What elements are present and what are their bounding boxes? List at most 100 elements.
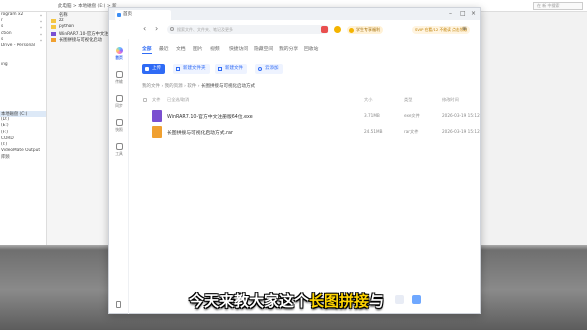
- search-input[interactable]: 搜索文件、文件夹、笔记及更多: [167, 25, 329, 34]
- nav-home-label: 首页: [115, 55, 123, 60]
- svip-promo-label: SVIP 在看/12 不能读 点击领取: [415, 27, 468, 32]
- tab-title: 首页: [123, 12, 132, 17]
- forward-icon[interactable]: ›: [155, 25, 158, 33]
- maximize-icon[interactable]: □: [460, 10, 466, 17]
- file-type: exe文件: [404, 113, 420, 118]
- explorer-file-list: 名称 zz python WinRAR7.10-官方中文注 长图拼接与可视化启动: [49, 12, 109, 245]
- breadcrumb-item[interactable]: 我的资源: [165, 84, 183, 89]
- file-size: 3.71MB: [364, 113, 380, 118]
- upload-icon: [145, 67, 149, 71]
- search-icon: [170, 27, 174, 31]
- video-subtitle: 今天来教大家这个长图拼接与: [189, 290, 384, 311]
- nav-sync-label: 同步: [115, 103, 123, 108]
- tab-images[interactable]: 图片: [193, 45, 203, 52]
- nav-sync[interactable]: 同步: [109, 95, 129, 109]
- window-titlebar: 首页 – □ ×: [109, 8, 480, 20]
- student-benefit-button[interactable]: 学生专享福利: [347, 26, 383, 34]
- tab-home[interactable]: 首页: [115, 10, 171, 20]
- upload-label: 上传: [152, 66, 161, 71]
- pin-icon[interactable]: *: [40, 26, 42, 32]
- file-modified: 2026-03-19 15:12: [442, 129, 480, 134]
- file-plus-icon: [218, 67, 222, 71]
- explorer-item-label: python: [59, 24, 75, 30]
- device-icon[interactable]: [116, 301, 121, 308]
- top-toolbar: ‹ › 搜索文件、文件夹、笔记及更多 学生专享福利 SVIP 在看/12 不能读…: [109, 20, 480, 39]
- explorer-pin-icons: * * * * *: [40, 14, 42, 45]
- search-placeholder: 搜索文件、文件夹、笔记及更多: [177, 27, 233, 32]
- file-type: rar文件: [404, 129, 419, 134]
- new-file-button[interactable]: 新建文件: [215, 64, 247, 74]
- menu-icon[interactable]: ≡: [462, 26, 467, 32]
- snapshot-icon: [115, 119, 123, 126]
- file-icon: [51, 13, 56, 17]
- explorer-sidebar-item[interactable]: [0, 235, 46, 241]
- breadcrumb: 我的文件 › 我的资源 › 软件 › 长图拼接与可视化启动方式: [142, 84, 256, 89]
- file-icon: [51, 31, 56, 36]
- pin-icon[interactable]: *: [40, 33, 42, 39]
- app-logo-icon: [117, 13, 121, 17]
- col-size-header[interactable]: 大小: [364, 97, 372, 103]
- explorer-search-input[interactable]: 在 新 中搜索: [533, 2, 583, 10]
- new-file-label: 新建文件: [225, 66, 243, 71]
- medal-icon: [349, 27, 354, 33]
- col-select-header[interactable]: 已全选/取消: [167, 97, 189, 103]
- nav-tools[interactable]: 工具: [109, 143, 129, 157]
- col-file-header[interactable]: 文件: [152, 97, 160, 103]
- pin-icon[interactable]: *: [40, 39, 42, 45]
- breadcrumb-current: 长图拼接与可视化启动方式: [201, 84, 256, 89]
- col-type-header[interactable]: 类型: [404, 97, 412, 103]
- cloud-icon: [258, 67, 262, 71]
- subtitle-prefix: 今天来教大家这个: [189, 292, 310, 310]
- explorer-item-label: zz: [59, 18, 64, 24]
- subtitle-suffix: 与: [369, 292, 385, 310]
- breadcrumb-item[interactable]: 我的文件: [142, 84, 160, 89]
- upload-button[interactable]: 上传: [142, 64, 165, 74]
- cloud-add-button[interactable]: 云添加: [255, 64, 283, 74]
- avatar[interactable]: [334, 26, 341, 33]
- notification-icon[interactable]: [321, 26, 328, 33]
- file-name[interactable]: 长图拼接与可视化启动方式.rar: [167, 129, 233, 136]
- cloud-add-label: 云添加: [265, 66, 279, 71]
- new-folder-button[interactable]: 新建文件夹: [173, 64, 210, 74]
- explorer-sidebar: rogram x2 r s ction s Drive - Personal ing 本地磁盘…: [0, 12, 47, 245]
- student-badge-label: 学生专享福利: [356, 27, 380, 32]
- home-icon: [115, 47, 123, 54]
- file-icon: [51, 19, 56, 24]
- tab-recycle-bin[interactable]: 回收站: [304, 45, 318, 52]
- tab-recent[interactable]: 最近: [159, 45, 169, 52]
- tab-hidden-space[interactable]: 隐藏空间: [254, 45, 273, 52]
- close-icon[interactable]: ×: [471, 10, 476, 17]
- nav-home[interactable]: 首页: [109, 47, 129, 61]
- file-icon: [51, 37, 56, 42]
- explorer-preview-pane: [478, 12, 587, 245]
- tools-icon: [115, 143, 123, 150]
- tab-quick-access[interactable]: 快捷访问: [229, 45, 248, 52]
- rar-file-icon: [152, 126, 162, 138]
- breadcrumb-item[interactable]: 软件: [187, 84, 196, 89]
- back-icon[interactable]: ‹: [143, 25, 146, 33]
- send-icon[interactable]: [412, 295, 421, 304]
- file-icon: [51, 25, 56, 30]
- table-header: 文件 已全选/取消 大小 类型 修改时间: [142, 97, 472, 105]
- share-icon[interactable]: [395, 295, 404, 304]
- explorer-list-item[interactable]: 长图拼接与可视化启动: [49, 37, 109, 43]
- tab-my-shares[interactable]: 我的分享: [279, 45, 298, 52]
- file-modified: 2026-03-19 15:12: [442, 113, 480, 118]
- select-all-checkbox[interactable]: [143, 97, 147, 102]
- folder-plus-icon: [176, 67, 180, 71]
- tab-documents[interactable]: 文档: [176, 45, 186, 52]
- tab-all[interactable]: 全部: [142, 45, 152, 54]
- nav-tools-label: 工具: [115, 151, 123, 156]
- cloud-drive-window: 首页 – □ × ‹ › 搜索文件、文件夹、笔记及更多 学生专享福利 SVIP …: [108, 7, 481, 314]
- file-name[interactable]: WinRAR7.10-官方中文注册版64位.exe: [167, 113, 253, 120]
- nav-transfer[interactable]: 传输: [109, 71, 129, 85]
- explorer-item-label: 长图拼接与可视化启动: [59, 37, 102, 43]
- nav-snapshot[interactable]: 快照: [109, 119, 129, 133]
- transfer-icon: [115, 71, 123, 78]
- tab-videos[interactable]: 视频: [210, 45, 220, 52]
- minimize-icon[interactable]: –: [449, 10, 452, 17]
- col-modified-header[interactable]: 修改时间: [442, 97, 459, 103]
- table-row[interactable]: 长图拼接与可视化启动方式.rar 24.51MB rar文件 2026-03-1…: [142, 121, 480, 143]
- file-size: 24.51MB: [364, 129, 383, 134]
- nav-transfer-label: 传输: [115, 79, 123, 84]
